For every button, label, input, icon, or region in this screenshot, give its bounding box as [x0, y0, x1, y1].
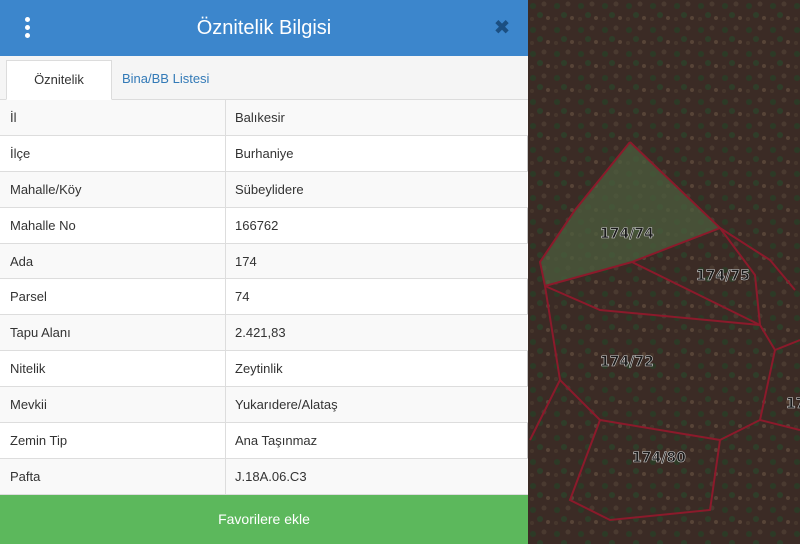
attribute-key: İl: [0, 100, 226, 135]
attribute-value: 74: [235, 289, 250, 305]
table-row: Parsel 74: [0, 279, 528, 316]
attribute-panel: Öznitelik Bilgisi ✖ Öznitelik Bilgisi Bi…: [0, 0, 528, 544]
table-row: Tapu Alanı 2.421,83: [0, 315, 528, 352]
attribute-table: İl Balıkesir İlçe Burhaniye Mahalle/Köy Süb…: [0, 100, 528, 495]
table-row: Mahalle/Köy Sübeylidere: [0, 171, 528, 208]
parcel-label: 174/74: [600, 226, 654, 242]
attribute-key: Mahalle/Köy: [0, 171, 226, 207]
attribute-value: Balıkesir: [235, 110, 285, 125]
panel-title: Öznitelik Bilgisi: [196, 17, 332, 39]
attribute-value: J.18A.06.C3: [235, 468, 307, 484]
table-row: Ada 174: [0, 243, 528, 280]
table-row: Zemin Tip Ana Taşınmaz: [0, 423, 528, 459]
attribute-value: Yukarıdere/Alataş: [235, 397, 338, 413]
attribute-value: Sübeylidere: [235, 181, 304, 197]
tab-attribute-info[interactable]: Öznitelik Bilgisi: [6, 60, 112, 125]
parcel-label: 174/75: [696, 268, 750, 284]
add-to-favorites-button[interactable]: Favorilere ekle: [0, 495, 528, 544]
attribute-key: Pafta: [0, 458, 226, 494]
attribute-key: Tapu Alanı: [0, 315, 226, 351]
attribute-key: Mevkii: [0, 387, 226, 423]
vertical-ellipsis-icon[interactable]: [18, 16, 38, 40]
attribute-value: Burhaniye: [235, 145, 294, 161]
close-icon[interactable]: ✖: [490, 16, 514, 40]
tab-building-list[interactable]: Bina/BB Listesi: [112, 60, 219, 100]
table-row: Pafta J.18A.06.C3: [0, 458, 528, 495]
table-row: İlçe Burhaniye: [0, 135, 528, 172]
parcel-label: 17: [786, 396, 800, 412]
attribute-key: Ada: [0, 243, 226, 279]
attribute-key: Zemin Tip: [0, 423, 226, 458]
parcel-label: 174/80: [632, 450, 686, 466]
panel-header: Öznitelik Bilgisi ✖: [0, 0, 528, 56]
attribute-key: Mahalle No: [0, 207, 226, 243]
attribute-key: İlçe: [0, 135, 226, 171]
table-row: Mevkii Yukarıdere/Alataş: [0, 387, 528, 424]
attribute-key: Parsel: [0, 279, 226, 315]
attribute-key: Nitelik: [0, 351, 226, 387]
table-row: İl Balıkesir: [0, 100, 528, 136]
parcel-label: 174/72: [600, 354, 654, 370]
attribute-value: Ana Taşınmaz: [235, 433, 318, 449]
table-row: Mahalle No 166762: [0, 207, 528, 244]
attribute-value: 174: [235, 253, 257, 269]
attribute-value: 2.421,83: [235, 325, 286, 341]
attribute-value: 166762: [235, 217, 279, 233]
tab-bar: Öznitelik Bilgisi Bina/BB Listesi: [0, 56, 528, 125]
table-row: Nitelik Zeytinlik: [0, 351, 528, 388]
attribute-value: Zeytinlik: [235, 361, 283, 377]
